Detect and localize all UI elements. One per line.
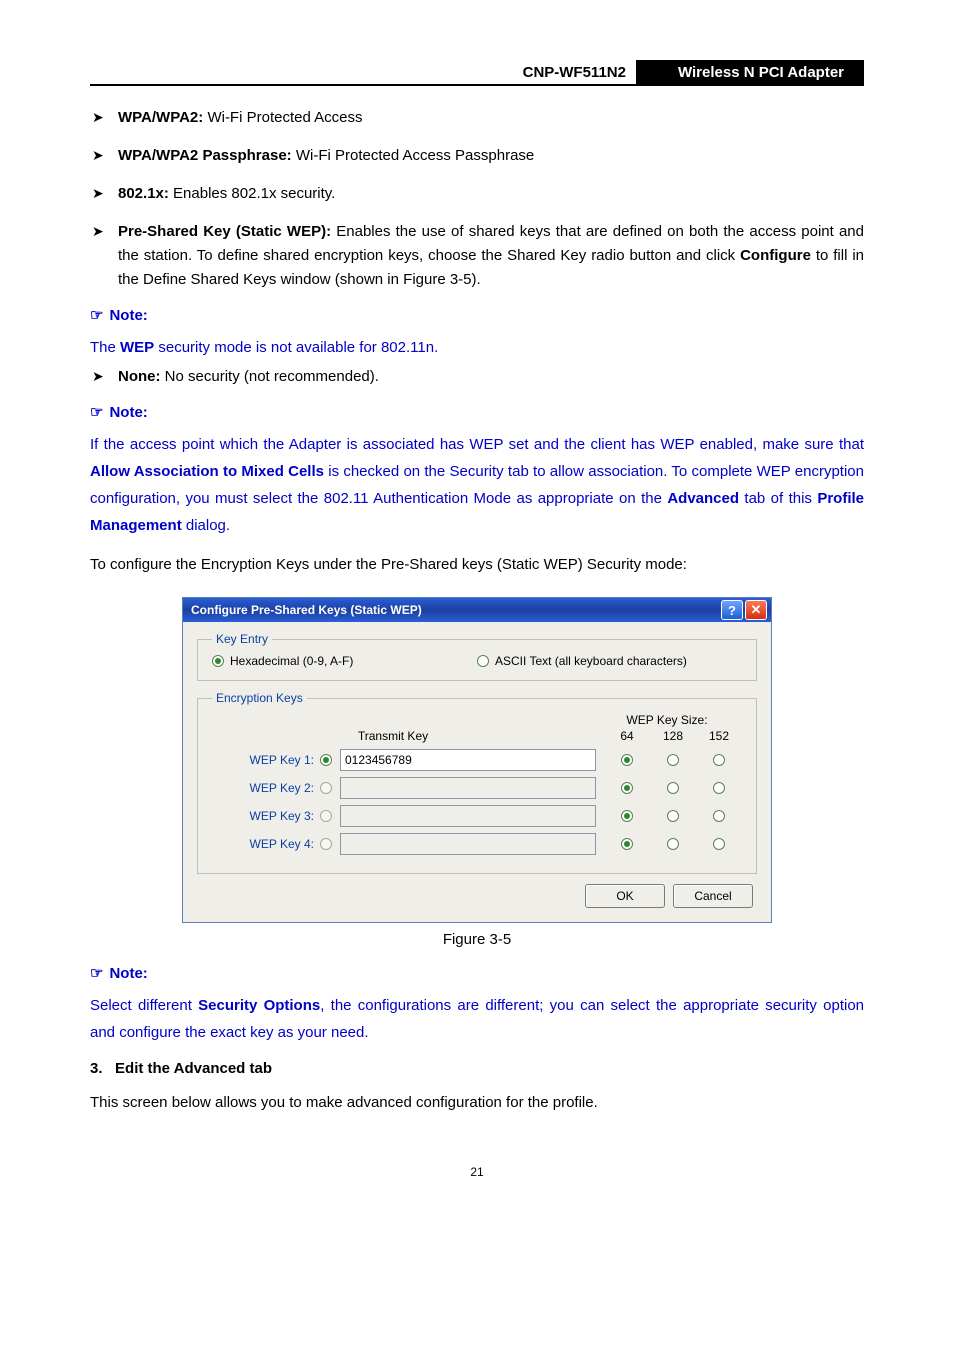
size152-radio-1[interactable] xyxy=(713,754,725,766)
hex-radio[interactable] xyxy=(212,655,224,667)
transmit-key-label: Transmit Key xyxy=(212,729,604,743)
ascii-label: ASCII Text (all keyboard characters) xyxy=(495,654,687,668)
wep-key-2-input[interactable] xyxy=(340,777,596,799)
size152-radio-3[interactable] xyxy=(713,810,725,822)
bullet-list-none: None: No security (not recommended). xyxy=(90,365,864,389)
bullet-psk: Pre-Shared Key (Static WEP): Enables the… xyxy=(118,220,864,292)
wep-key-row-2: WEP Key 2: xyxy=(212,777,742,799)
key-entry-group: Key Entry Hexadecimal (0-9, A-F) ASCII T… xyxy=(197,632,757,681)
bullet-list-1: WPA/WPA2: Wi-Fi Protected Access WPA/WPA… xyxy=(90,106,864,292)
encryption-keys-group: Encryption Keys WEP Key Size: Transmit K… xyxy=(197,691,757,874)
close-button[interactable]: ✕ xyxy=(745,600,767,620)
para-after: This screen below allows you to make adv… xyxy=(90,1091,864,1115)
size152-radio-4[interactable] xyxy=(713,838,725,850)
wep-key-1-input[interactable] xyxy=(340,749,596,771)
ok-button[interactable]: OK xyxy=(585,884,665,908)
transmit-radio-1[interactable] xyxy=(320,754,332,766)
ascii-radio[interactable] xyxy=(477,655,489,667)
page-number: 21 xyxy=(90,1165,864,1179)
size128-radio-4[interactable] xyxy=(667,838,679,850)
wep-key-size-label: WEP Key Size: xyxy=(592,713,742,727)
wep-key-2-label: WEP Key 2: xyxy=(250,781,314,795)
note-1-label: ☞Note: xyxy=(90,306,864,324)
note-2-body: If the access point which the Adapter is… xyxy=(90,431,864,539)
encryption-keys-legend: Encryption Keys xyxy=(212,691,307,705)
bullet-none: None: No security (not recommended). xyxy=(118,365,864,389)
size128-radio-1[interactable] xyxy=(667,754,679,766)
page-header: CNP-WF511N2 Wireless N PCI Adapter xyxy=(90,60,864,86)
size64-radio-2[interactable] xyxy=(621,782,633,794)
header-product: Wireless N PCI Adapter xyxy=(638,60,864,84)
hand-icon: ☞ xyxy=(90,965,103,982)
wep-key-row-3: WEP Key 3: xyxy=(212,805,742,827)
cancel-button[interactable]: Cancel xyxy=(673,884,753,908)
bullet-wpa: WPA/WPA2: Wi-Fi Protected Access xyxy=(118,106,864,130)
note-3-label: ☞Note: xyxy=(90,964,864,982)
note-2-label: ☞Note: xyxy=(90,403,864,421)
wep-key-4-input[interactable] xyxy=(340,833,596,855)
wep-key-1-label: WEP Key 1: xyxy=(250,753,314,767)
transmit-radio-4[interactable] xyxy=(320,838,332,850)
para-preconfig: To configure the Encryption Keys under t… xyxy=(90,553,864,577)
hand-icon: ☞ xyxy=(90,307,103,324)
size128-radio-2[interactable] xyxy=(667,782,679,794)
hex-option[interactable]: Hexadecimal (0-9, A-F) xyxy=(212,654,477,668)
hand-icon: ☞ xyxy=(90,404,103,421)
size64-radio-4[interactable] xyxy=(621,838,633,850)
transmit-radio-2[interactable] xyxy=(320,782,332,794)
wep-key-row-4: WEP Key 4: xyxy=(212,833,742,855)
wep-key-3-input[interactable] xyxy=(340,805,596,827)
ascii-option[interactable]: ASCII Text (all keyboard characters) xyxy=(477,654,742,668)
size128-radio-3[interactable] xyxy=(667,810,679,822)
help-button[interactable]: ? xyxy=(721,600,743,620)
header-model: CNP-WF511N2 xyxy=(513,60,638,84)
key-entry-legend: Key Entry xyxy=(212,632,272,646)
bullet-8021x: 802.1x: Enables 802.1x security. xyxy=(118,182,864,206)
col-128: 128 xyxy=(650,729,696,743)
section-3-heading: 3. Edit the Advanced tab xyxy=(90,1060,864,1077)
size64-radio-3[interactable] xyxy=(621,810,633,822)
figure-caption: Figure 3-5 xyxy=(90,931,864,948)
size152-radio-2[interactable] xyxy=(713,782,725,794)
transmit-radio-3[interactable] xyxy=(320,810,332,822)
col-152: 152 xyxy=(696,729,742,743)
dialog-titlebar: Configure Pre-Shared Keys (Static WEP) ?… xyxy=(183,598,771,622)
wep-key-3-label: WEP Key 3: xyxy=(250,809,314,823)
dialog-title: Configure Pre-Shared Keys (Static WEP) xyxy=(191,603,719,617)
bullet-wpa-pass: WPA/WPA2 Passphrase: Wi-Fi Protected Acc… xyxy=(118,144,864,168)
hex-label: Hexadecimal (0-9, A-F) xyxy=(230,654,353,668)
note-3-body: Select different Security Options, the c… xyxy=(90,992,864,1046)
wep-key-row-1: WEP Key 1: xyxy=(212,749,742,771)
col-64: 64 xyxy=(604,729,650,743)
wep-dialog: Configure Pre-Shared Keys (Static WEP) ?… xyxy=(182,597,772,923)
wep-key-4-label: WEP Key 4: xyxy=(250,837,314,851)
size64-radio-1[interactable] xyxy=(621,754,633,766)
note-1-body: The WEP security mode is not available f… xyxy=(90,334,864,361)
